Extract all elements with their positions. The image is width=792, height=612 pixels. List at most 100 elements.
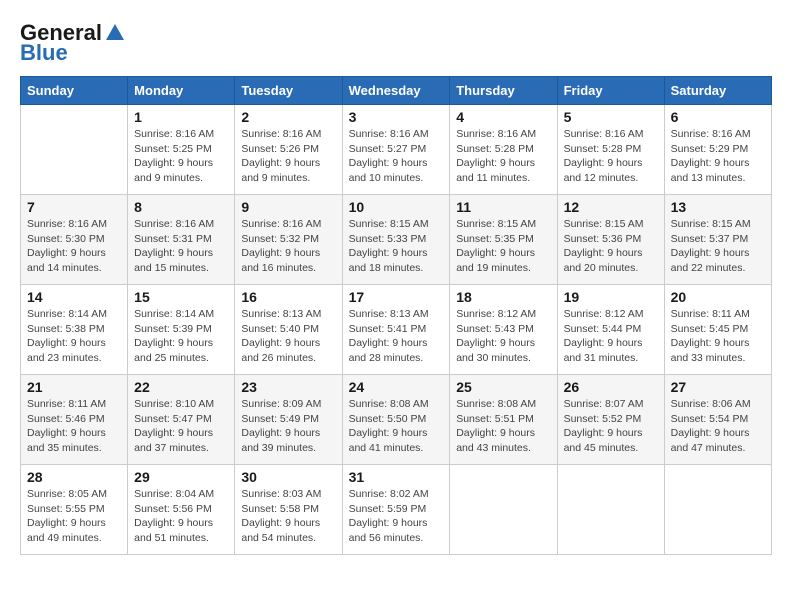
day-number: 4 [456, 109, 550, 125]
day-number: 12 [564, 199, 658, 215]
week-row-4: 21 Sunrise: 8:11 AMSunset: 5:46 PMDayligh… [21, 375, 772, 465]
week-row-1: 1 Sunrise: 8:16 AMSunset: 5:25 PMDaylight… [21, 105, 772, 195]
page-container: General Blue SundayMondayTuesdayWednesda… [20, 20, 772, 555]
day-number: 18 [456, 289, 550, 305]
day-number: 6 [671, 109, 765, 125]
day-info: Sunrise: 8:11 AMSunset: 5:45 PMDaylight:… [671, 307, 765, 366]
weekday-header-tuesday: Tuesday [235, 77, 342, 105]
calendar-cell: 3 Sunrise: 8:16 AMSunset: 5:27 PMDaylight… [342, 105, 450, 195]
day-info: Sunrise: 8:15 AMSunset: 5:37 PMDaylight:… [671, 217, 765, 276]
calendar-cell: 27Sunrise: 8:06 AMSunset: 5:54 PMDayligh… [664, 375, 771, 465]
calendar-cell: 4 Sunrise: 8:16 AMSunset: 5:28 PMDaylight… [450, 105, 557, 195]
day-info: Sunrise: 8:06 AMSunset: 5:54 PMDaylight:… [671, 397, 765, 456]
day-info: Sunrise: 8:16 AMSunset: 5:29 PMDaylight:… [671, 127, 765, 186]
calendar-cell: 8 Sunrise: 8:16 AMSunset: 5:31 PMDaylight… [128, 195, 235, 285]
calendar-cell: 31 Sunrise: 8:02 AMSunset: 5:59 PMDayligh… [342, 465, 450, 555]
calendar-cell: 14 Sunrise: 8:14 AMSunset: 5:38 PMDayligh… [21, 285, 128, 375]
day-info: Sunrise: 8:11 AMSunset: 5:46 PMDaylight:… [27, 397, 121, 456]
calendar-cell: 19 Sunrise: 8:12 AMSunset: 5:44 PMDayligh… [557, 285, 664, 375]
calendar-cell: 11 Sunrise: 8:15 AMSunset: 5:35 PMDayligh… [450, 195, 557, 285]
day-info: Sunrise: 8:03 AMSunset: 5:58 PMDaylight:… [241, 487, 335, 546]
week-row-3: 14 Sunrise: 8:14 AMSunset: 5:38 PMDayligh… [21, 285, 772, 375]
day-number: 11 [456, 199, 550, 215]
week-row-5: 28 Sunrise: 8:05 AMSunset: 5:55 PMDayligh… [21, 465, 772, 555]
day-info: Sunrise: 8:16 AMSunset: 5:28 PMDaylight:… [564, 127, 658, 186]
weekday-header-wednesday: Wednesday [342, 77, 450, 105]
logo-icon [104, 22, 126, 44]
day-info: Sunrise: 8:16 AMSunset: 5:30 PMDaylight:… [27, 217, 121, 276]
day-info: Sunrise: 8:08 AMSunset: 5:51 PMDaylight:… [456, 397, 550, 456]
day-number: 16 [241, 289, 335, 305]
day-info: Sunrise: 8:14 AMSunset: 5:38 PMDaylight:… [27, 307, 121, 366]
day-number: 22 [134, 379, 228, 395]
calendar-cell: 18Sunrise: 8:12 AMSunset: 5:43 PMDayligh… [450, 285, 557, 375]
day-info: Sunrise: 8:15 AMSunset: 5:35 PMDaylight:… [456, 217, 550, 276]
day-info: Sunrise: 8:16 AMSunset: 5:26 PMDaylight:… [241, 127, 335, 186]
weekday-header-monday: Monday [128, 77, 235, 105]
calendar-cell: 24 Sunrise: 8:08 AMSunset: 5:50 PMDayligh… [342, 375, 450, 465]
calendar-cell: 20 Sunrise: 8:11 AMSunset: 5:45 PMDayligh… [664, 285, 771, 375]
calendar-cell: 23 Sunrise: 8:09 AMSunset: 5:49 PMDayligh… [235, 375, 342, 465]
day-info: Sunrise: 8:07 AMSunset: 5:52 PMDaylight:… [564, 397, 658, 456]
logo-blue: Blue [20, 40, 68, 66]
day-info: Sunrise: 8:16 AMSunset: 5:31 PMDaylight:… [134, 217, 228, 276]
day-number: 24 [349, 379, 444, 395]
day-info: Sunrise: 8:13 AMSunset: 5:41 PMDaylight:… [349, 307, 444, 366]
calendar-cell: 17 Sunrise: 8:13 AMSunset: 5:41 PMDayligh… [342, 285, 450, 375]
day-number: 10 [349, 199, 444, 215]
weekday-header-thursday: Thursday [450, 77, 557, 105]
day-info: Sunrise: 8:05 AMSunset: 5:55 PMDaylight:… [27, 487, 121, 546]
day-info: Sunrise: 8:04 AMSunset: 5:56 PMDaylight:… [134, 487, 228, 546]
day-info: Sunrise: 8:12 AMSunset: 5:44 PMDaylight:… [564, 307, 658, 366]
day-number: 8 [134, 199, 228, 215]
day-number: 14 [27, 289, 121, 305]
day-info: Sunrise: 8:08 AMSunset: 5:50 PMDaylight:… [349, 397, 444, 456]
day-number: 21 [27, 379, 121, 395]
day-number: 25 [456, 379, 550, 395]
header: General Blue [20, 20, 772, 66]
day-number: 1 [134, 109, 228, 125]
calendar-cell: 12 Sunrise: 8:15 AMSunset: 5:36 PMDayligh… [557, 195, 664, 285]
calendar-cell [664, 465, 771, 555]
logo: General Blue [20, 20, 126, 66]
calendar-cell: 28 Sunrise: 8:05 AMSunset: 5:55 PMDayligh… [21, 465, 128, 555]
day-number: 17 [349, 289, 444, 305]
calendar-cell: 22 Sunrise: 8:10 AMSunset: 5:47 PMDayligh… [128, 375, 235, 465]
day-info: Sunrise: 8:10 AMSunset: 5:47 PMDaylight:… [134, 397, 228, 456]
day-number: 23 [241, 379, 335, 395]
calendar-cell: 15Sunrise: 8:14 AMSunset: 5:39 PMDayligh… [128, 285, 235, 375]
weekday-header-sunday: Sunday [21, 77, 128, 105]
day-info: Sunrise: 8:02 AMSunset: 5:59 PMDaylight:… [349, 487, 444, 546]
day-number: 13 [671, 199, 765, 215]
day-number: 31 [349, 469, 444, 485]
calendar-cell: 1 Sunrise: 8:16 AMSunset: 5:25 PMDaylight… [128, 105, 235, 195]
calendar-cell: 5 Sunrise: 8:16 AMSunset: 5:28 PMDaylight… [557, 105, 664, 195]
calendar-table: SundayMondayTuesdayWednesdayThursdayFrid… [20, 76, 772, 555]
day-number: 20 [671, 289, 765, 305]
day-info: Sunrise: 8:15 AMSunset: 5:36 PMDaylight:… [564, 217, 658, 276]
day-info: Sunrise: 8:09 AMSunset: 5:49 PMDaylight:… [241, 397, 335, 456]
day-info: Sunrise: 8:16 AMSunset: 5:27 PMDaylight:… [349, 127, 444, 186]
day-info: Sunrise: 8:16 AMSunset: 5:28 PMDaylight:… [456, 127, 550, 186]
weekday-header-saturday: Saturday [664, 77, 771, 105]
calendar-cell: 6 Sunrise: 8:16 AMSunset: 5:29 PMDaylight… [664, 105, 771, 195]
day-number: 19 [564, 289, 658, 305]
calendar-cell: 26 Sunrise: 8:07 AMSunset: 5:52 PMDayligh… [557, 375, 664, 465]
day-info: Sunrise: 8:15 AMSunset: 5:33 PMDaylight:… [349, 217, 444, 276]
calendar-cell: 10 Sunrise: 8:15 AMSunset: 5:33 PMDayligh… [342, 195, 450, 285]
day-number: 28 [27, 469, 121, 485]
day-number: 3 [349, 109, 444, 125]
calendar-cell: 13 Sunrise: 8:15 AMSunset: 5:37 PMDayligh… [664, 195, 771, 285]
day-info: Sunrise: 8:16 AMSunset: 5:25 PMDaylight:… [134, 127, 228, 186]
day-info: Sunrise: 8:14 AMSunset: 5:39 PMDaylight:… [134, 307, 228, 366]
calendar-cell: 16Sunrise: 8:13 AMSunset: 5:40 PMDayligh… [235, 285, 342, 375]
calendar-cell: 2 Sunrise: 8:16 AMSunset: 5:26 PMDaylight… [235, 105, 342, 195]
day-number: 2 [241, 109, 335, 125]
day-number: 5 [564, 109, 658, 125]
calendar-cell [557, 465, 664, 555]
day-info: Sunrise: 8:16 AMSunset: 5:32 PMDaylight:… [241, 217, 335, 276]
calendar-cell [450, 465, 557, 555]
day-number: 26 [564, 379, 658, 395]
calendar-cell: 7Sunrise: 8:16 AMSunset: 5:30 PMDaylight… [21, 195, 128, 285]
week-row-2: 7Sunrise: 8:16 AMSunset: 5:30 PMDaylight… [21, 195, 772, 285]
